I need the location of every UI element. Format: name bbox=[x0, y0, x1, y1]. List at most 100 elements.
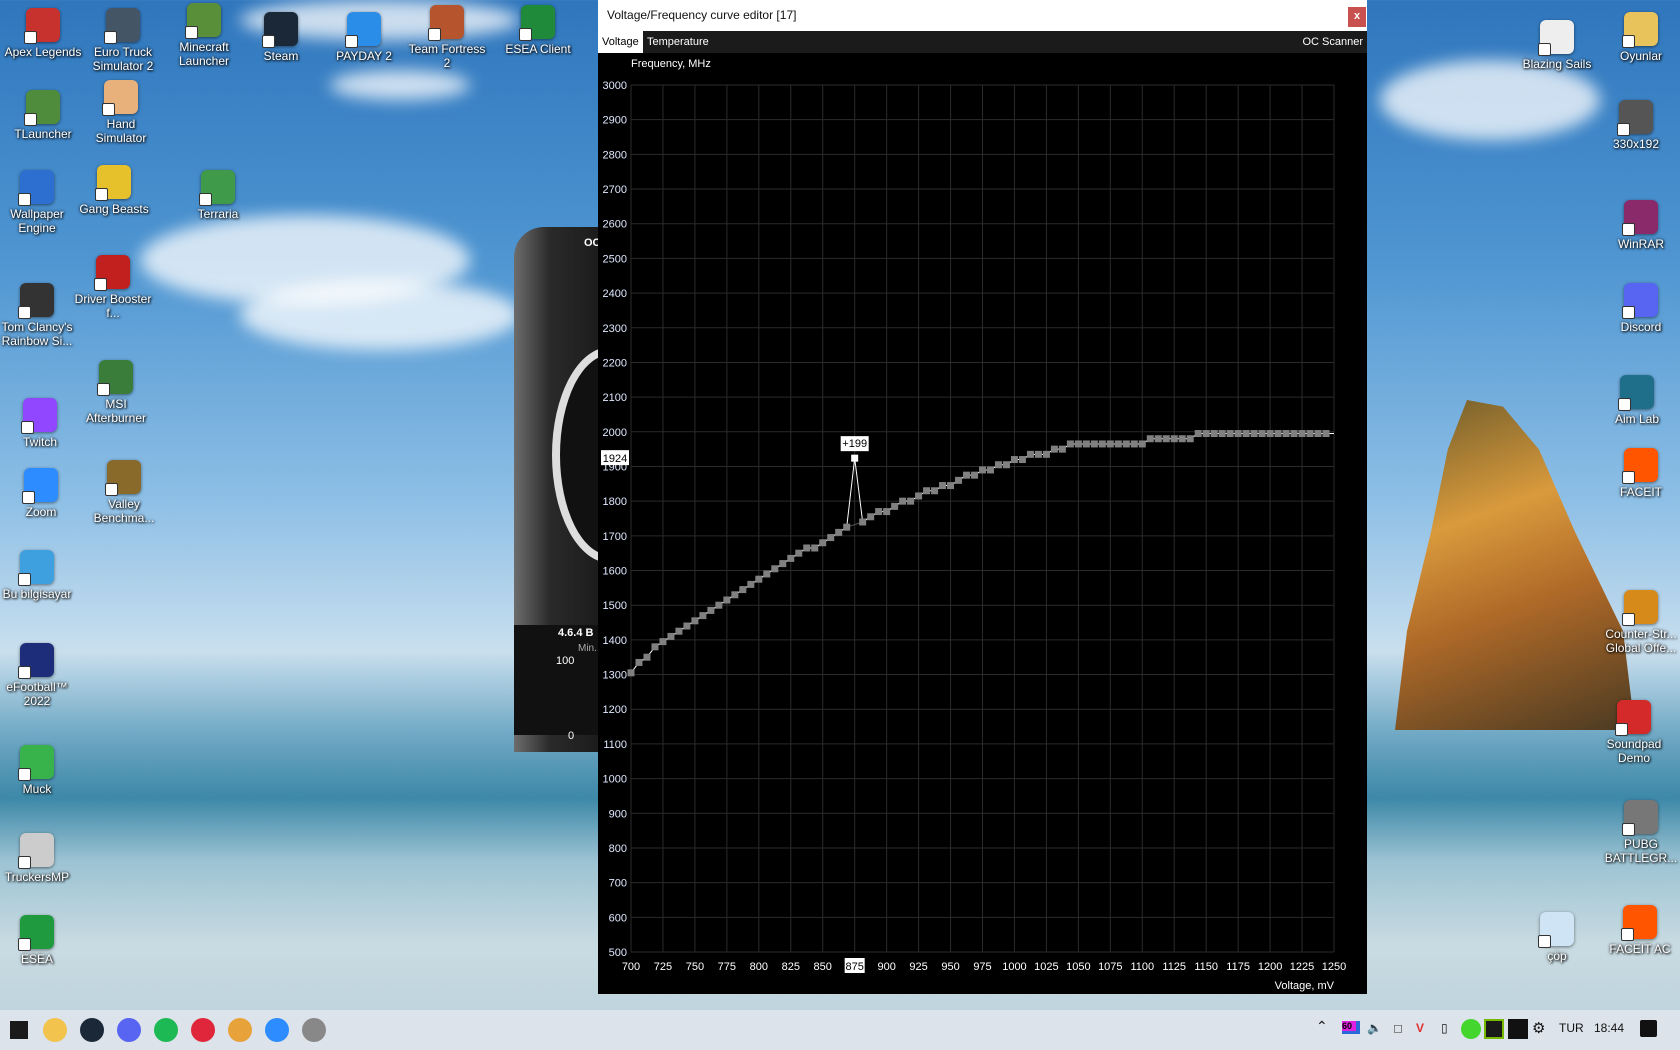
desktop-icon[interactable]: PUBG BATTLEGR... bbox=[1601, 800, 1680, 865]
nvidia-icon[interactable] bbox=[1484, 1019, 1504, 1039]
valorant-icon[interactable]: V bbox=[1416, 1021, 1424, 1035]
razer-icon[interactable] bbox=[1461, 1019, 1481, 1039]
desktop-icon[interactable]: Zoom bbox=[1, 468, 81, 519]
desktop-icon[interactable]: Soundpad Demo bbox=[1594, 700, 1674, 765]
desktop-icon[interactable]: Twitch bbox=[0, 398, 80, 449]
x-tick-label: 725 bbox=[654, 961, 672, 973]
tab-voltage[interactable]: Voltage bbox=[598, 31, 643, 53]
desktop-icon[interactable]: Driver Booster f... bbox=[73, 255, 153, 320]
app-icon bbox=[185, 3, 221, 39]
notification-icon[interactable] bbox=[1640, 1020, 1657, 1037]
discord-icon[interactable] bbox=[117, 1018, 141, 1042]
tab-temperature[interactable]: Temperature bbox=[643, 31, 713, 53]
desktop-icon-label: Driver Booster f... bbox=[74, 292, 152, 320]
desktop-icon[interactable]: Team Fortress 2 bbox=[407, 5, 487, 70]
app-icon bbox=[22, 468, 58, 504]
x-tick-label: 1075 bbox=[1098, 961, 1122, 973]
y-tick-label: 2400 bbox=[603, 288, 627, 300]
desktop-icon-label: Discord bbox=[1620, 320, 1662, 334]
x-tick-label: 950 bbox=[941, 961, 959, 973]
file-explorer-icon[interactable] bbox=[43, 1018, 67, 1042]
desktop-icon[interactable]: TruckersMP bbox=[0, 833, 77, 884]
desktop-icon[interactable]: FACEIT bbox=[1601, 448, 1680, 499]
y-tick-label: 2500 bbox=[603, 253, 627, 265]
desktop-icon-label: Hand Simulator bbox=[95, 117, 147, 145]
curve-point bbox=[715, 601, 723, 609]
oc-scanner-button[interactable]: OC Scanner bbox=[1298, 31, 1367, 53]
app-icon bbox=[1617, 100, 1653, 136]
curve-point bbox=[731, 591, 739, 599]
y-tick-label: 1700 bbox=[603, 531, 627, 543]
usb-icon[interactable]: ▯ bbox=[1441, 1021, 1448, 1035]
zoom-icon[interactable] bbox=[265, 1018, 289, 1042]
desktop-icon[interactable]: Oyunlar bbox=[1601, 12, 1680, 63]
x-tick-label: 1200 bbox=[1258, 961, 1282, 973]
desktop-icon[interactable]: Bu bilgisayar bbox=[0, 550, 77, 601]
y-tick-label: 2000 bbox=[603, 427, 627, 439]
desktop-icon[interactable]: 330x192 bbox=[1596, 100, 1676, 151]
desktop-icon-label: Muck bbox=[22, 782, 52, 796]
volume-icon[interactable]: 🔈 bbox=[1367, 1021, 1382, 1035]
curve-point bbox=[1274, 430, 1282, 438]
monitor-fps-icon[interactable]: 60 bbox=[1342, 1021, 1360, 1034]
desktop-icon[interactable]: TLauncher bbox=[3, 90, 83, 141]
desktop-icon[interactable]: Euro Truck Simulator 2 bbox=[83, 8, 163, 73]
aorus-icon[interactable] bbox=[1508, 1019, 1528, 1039]
steam-icon[interactable] bbox=[80, 1018, 104, 1042]
curve-point bbox=[819, 539, 827, 547]
desktop-icon[interactable]: eFootball™ 2022 bbox=[0, 643, 77, 708]
x-tick-label: 1050 bbox=[1066, 961, 1090, 973]
app-icon bbox=[1622, 800, 1658, 836]
desktop-icon[interactable]: Hand Simulator bbox=[81, 80, 161, 145]
curve-point bbox=[883, 508, 891, 516]
opera-icon[interactable] bbox=[191, 1018, 215, 1042]
title-bar[interactable]: Voltage/Frequency curve editor [17] x bbox=[598, 0, 1367, 31]
chevron-up-icon[interactable]: ⌃ bbox=[1316, 1018, 1328, 1035]
curve-point bbox=[827, 534, 835, 542]
desktop-icon-label: Soundpad Demo bbox=[1606, 737, 1662, 765]
desktop-icon[interactable]: Muck bbox=[0, 745, 77, 796]
desktop-icon[interactable]: Minecraft Launcher bbox=[164, 3, 244, 68]
curve-point bbox=[1010, 456, 1018, 464]
desktop-icon[interactable]: Counter-Str... Global Offe... bbox=[1601, 590, 1680, 655]
curve-point bbox=[1122, 440, 1130, 448]
x-tick-label: 875 bbox=[846, 961, 864, 973]
curve-point bbox=[907, 497, 915, 505]
app-icon bbox=[1622, 200, 1658, 236]
desktop-icon[interactable]: WinRAR bbox=[1601, 200, 1680, 251]
close-button[interactable]: x bbox=[1348, 7, 1366, 27]
desktop-icon[interactable]: Terraria bbox=[178, 170, 258, 221]
desktop-icon[interactable]: PAYDAY 2 bbox=[324, 12, 404, 63]
spotify-icon[interactable] bbox=[154, 1018, 178, 1042]
desktop-icon[interactable]: Wallpaper Engine bbox=[0, 170, 77, 235]
language-indicator[interactable]: TUR bbox=[1559, 1021, 1584, 1035]
desktop-icon[interactable]: MSI Afterburner bbox=[76, 360, 156, 425]
chrome-icon[interactable] bbox=[228, 1018, 252, 1042]
wifi-icon[interactable]: ◻ bbox=[1393, 1021, 1403, 1035]
desktop-icon[interactable]: FACEIT AC bbox=[1600, 905, 1680, 956]
desktop-icon[interactable]: Aim Lab bbox=[1597, 375, 1677, 426]
windows-start-icon[interactable] bbox=[10, 1021, 28, 1039]
desktop-icon-label: Terraria bbox=[197, 207, 239, 221]
curve-point bbox=[1242, 430, 1250, 438]
desktop-icon[interactable]: Gang Beasts bbox=[74, 165, 154, 216]
snipping-icon[interactable] bbox=[302, 1018, 326, 1042]
desktop-icon[interactable]: Blazing Sails bbox=[1517, 20, 1597, 71]
desktop-icon[interactable]: Discord bbox=[1601, 283, 1680, 334]
app-icon bbox=[519, 5, 555, 41]
desktop-icon[interactable]: Apex Legends bbox=[3, 8, 83, 59]
x-tick-label: 1100 bbox=[1130, 961, 1154, 973]
steelseries-icon[interactable]: ⚙ bbox=[1532, 1019, 1545, 1037]
desktop-icon[interactable]: ESEA bbox=[0, 915, 77, 966]
y-tick-label: 900 bbox=[609, 808, 627, 820]
desktop-icon[interactable]: çöp bbox=[1517, 912, 1597, 963]
curve-point bbox=[1194, 430, 1202, 438]
desktop-icon[interactable]: ESEA Client bbox=[498, 5, 578, 56]
clock[interactable]: 18:44 bbox=[1594, 1021, 1624, 1035]
vf-curve-chart[interactable]: 500 600 700 800 900 1000 1100 1200 1300 1400 1500 1… bbox=[598, 53, 1367, 994]
desktop-icon[interactable]: Valley Benchma... bbox=[84, 460, 164, 525]
desktop-icon[interactable]: Steam bbox=[241, 12, 321, 63]
y-tick-label: 1400 bbox=[603, 635, 627, 647]
curve-point bbox=[1106, 440, 1114, 448]
desktop-icon[interactable]: Tom Clancy's Rainbow Si... bbox=[0, 283, 77, 348]
